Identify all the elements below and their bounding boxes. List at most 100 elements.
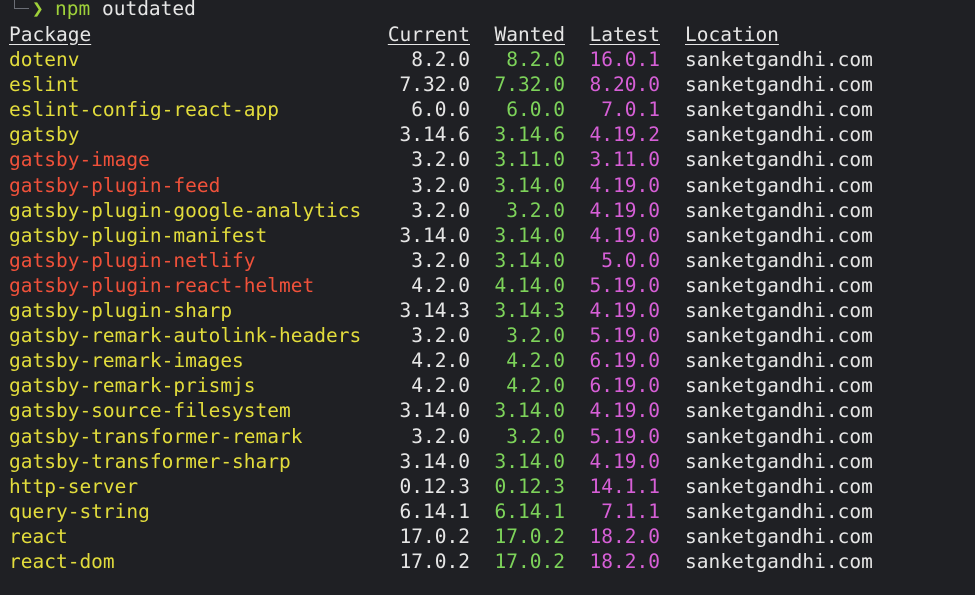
latest-version: 4.19.2 bbox=[589, 123, 660, 147]
package-location: sanketgandhi.com bbox=[685, 223, 873, 247]
wanted-version: 3.14.0 bbox=[494, 449, 565, 473]
package-name: gatsby-plugin-feed bbox=[9, 173, 221, 197]
package-location: sanketgandhi.com bbox=[685, 173, 873, 197]
prompt-corner-icon bbox=[14, 0, 29, 9]
package-name: gatsby-plugin-sharp bbox=[9, 299, 233, 322]
current-version: 3.14.3 bbox=[399, 299, 470, 322]
package-location: sanketgandhi.com bbox=[685, 374, 873, 398]
latest-version: 5.19.0 bbox=[589, 424, 660, 448]
package-name: eslint-config-react-app bbox=[9, 98, 280, 122]
package-name: gatsby-plugin-manifest bbox=[9, 223, 268, 247]
wanted-version: 3.14.0 bbox=[494, 223, 565, 247]
package-location: sanketgandhi.com bbox=[685, 349, 873, 373]
latest-version: 6.19.0 bbox=[589, 374, 660, 398]
latest-version: 4.19.0 bbox=[589, 198, 660, 222]
package-name: gatsby-transformer-remark bbox=[9, 424, 303, 448]
package-name: react-dom bbox=[9, 550, 115, 573]
latest-version: 16.0.1 bbox=[589, 48, 660, 71]
terminal-window[interactable]: ❯ npm outdated Package Current Wanted La… bbox=[0, 0, 975, 595]
current-version: 3.2.0 bbox=[411, 248, 470, 272]
package-name: gatsby-remark-images bbox=[9, 349, 244, 373]
package-name: gatsby-remark-prismjs bbox=[9, 374, 256, 398]
wanted-version: 3.14.0 bbox=[494, 173, 565, 197]
header-location: Location bbox=[685, 23, 779, 46]
latest-version: 4.19.0 bbox=[589, 399, 660, 423]
latest-version: 18.2.0 bbox=[589, 524, 660, 548]
latest-version: 7.0.1 bbox=[601, 98, 660, 122]
package-location: sanketgandhi.com bbox=[685, 499, 873, 523]
current-version: 4.2.0 bbox=[411, 273, 470, 297]
wanted-version: 3.2.0 bbox=[506, 324, 565, 348]
package-location: sanketgandhi.com bbox=[685, 248, 873, 272]
package-name: eslint bbox=[9, 73, 80, 97]
current-version: 4.2.0 bbox=[411, 374, 470, 398]
package-location: sanketgandhi.com bbox=[685, 198, 873, 222]
package-location: sanketgandhi.com bbox=[685, 148, 873, 172]
package-location: sanketgandhi.com bbox=[685, 524, 873, 548]
wanted-version: 7.32.0 bbox=[494, 73, 565, 97]
package-name: gatsby-transformer-sharp bbox=[9, 449, 291, 473]
wanted-version: 0.12.3 bbox=[494, 474, 565, 498]
wanted-version: 17.0.2 bbox=[494, 550, 565, 573]
wanted-version: 3.2.0 bbox=[506, 424, 565, 448]
header-latest: Latest bbox=[589, 23, 660, 46]
package-location: sanketgandhi.com bbox=[685, 73, 873, 97]
current-version: 6.14.1 bbox=[399, 499, 470, 523]
package-location: sanketgandhi.com bbox=[685, 399, 873, 423]
package-location: sanketgandhi.com bbox=[685, 324, 873, 348]
package-location: sanketgandhi.com bbox=[685, 273, 873, 297]
current-version: 3.14.0 bbox=[399, 399, 470, 423]
current-version: 17.0.2 bbox=[399, 524, 470, 548]
package-name: react bbox=[9, 524, 68, 548]
package-name: gatsby-plugin-react-helmet bbox=[9, 273, 315, 297]
latest-version: 3.11.0 bbox=[589, 148, 660, 172]
wanted-version: 4.14.0 bbox=[494, 273, 565, 297]
prompt-command: npm outdated bbox=[55, 0, 196, 21]
wanted-version: 6.0.0 bbox=[506, 98, 565, 122]
wanted-version: 6.14.1 bbox=[494, 499, 565, 523]
current-version: 3.14.0 bbox=[399, 449, 470, 473]
latest-version: 14.1.1 bbox=[589, 474, 660, 498]
latest-version: 5.19.0 bbox=[589, 324, 660, 348]
current-version: 7.32.0 bbox=[399, 73, 470, 97]
wanted-version: 4.2.0 bbox=[506, 374, 565, 398]
current-version: 3.2.0 bbox=[411, 324, 470, 348]
current-version: 8.2.0 bbox=[411, 48, 470, 71]
package-location: sanketgandhi.com bbox=[685, 550, 873, 573]
prompt-line: ❯ npm outdated bbox=[0, 0, 196, 21]
wanted-version: 3.11.0 bbox=[494, 148, 565, 172]
latest-version: 18.2.0 bbox=[589, 550, 660, 573]
package-name: gatsby bbox=[9, 123, 80, 147]
current-version: 0.12.3 bbox=[399, 474, 470, 498]
latest-version: 5.0.0 bbox=[601, 248, 660, 272]
package-name: http-server bbox=[9, 474, 139, 498]
current-version: 6.0.0 bbox=[411, 98, 470, 122]
latest-version: 4.19.0 bbox=[589, 449, 660, 473]
package-location: sanketgandhi.com bbox=[685, 98, 873, 122]
package-location: sanketgandhi.com bbox=[685, 123, 873, 147]
package-location: sanketgandhi.com bbox=[685, 424, 873, 448]
latest-version: 7.1.1 bbox=[601, 499, 660, 523]
current-version: 3.14.6 bbox=[399, 123, 470, 147]
latest-version: 4.19.0 bbox=[589, 299, 660, 322]
package-location: sanketgandhi.com bbox=[685, 474, 873, 498]
header-wanted: Wanted bbox=[494, 23, 565, 46]
latest-version: 5.19.0 bbox=[589, 273, 660, 297]
wanted-version: 3.14.0 bbox=[494, 248, 565, 272]
current-version: 3.2.0 bbox=[411, 173, 470, 197]
prompt-arrow-icon: ❯ bbox=[32, 0, 44, 20]
package-location: sanketgandhi.com bbox=[685, 449, 873, 473]
package-location: sanketgandhi.com bbox=[685, 299, 873, 322]
package-name: gatsby-plugin-google-analytics bbox=[9, 198, 362, 222]
wanted-version: 4.2.0 bbox=[506, 349, 565, 373]
latest-version: 4.19.0 bbox=[589, 223, 660, 247]
current-version: 3.2.0 bbox=[411, 148, 470, 172]
wanted-version: 3.2.0 bbox=[506, 198, 565, 222]
current-version: 4.2.0 bbox=[411, 349, 470, 373]
wanted-version: 3.14.0 bbox=[494, 399, 565, 423]
package-name: dotenv bbox=[9, 48, 80, 71]
package-name: gatsby-image bbox=[9, 148, 150, 172]
package-name: gatsby-source-filesystem bbox=[9, 399, 291, 423]
package-location: sanketgandhi.com bbox=[685, 48, 873, 71]
wanted-version: 3.14.3 bbox=[494, 299, 565, 322]
